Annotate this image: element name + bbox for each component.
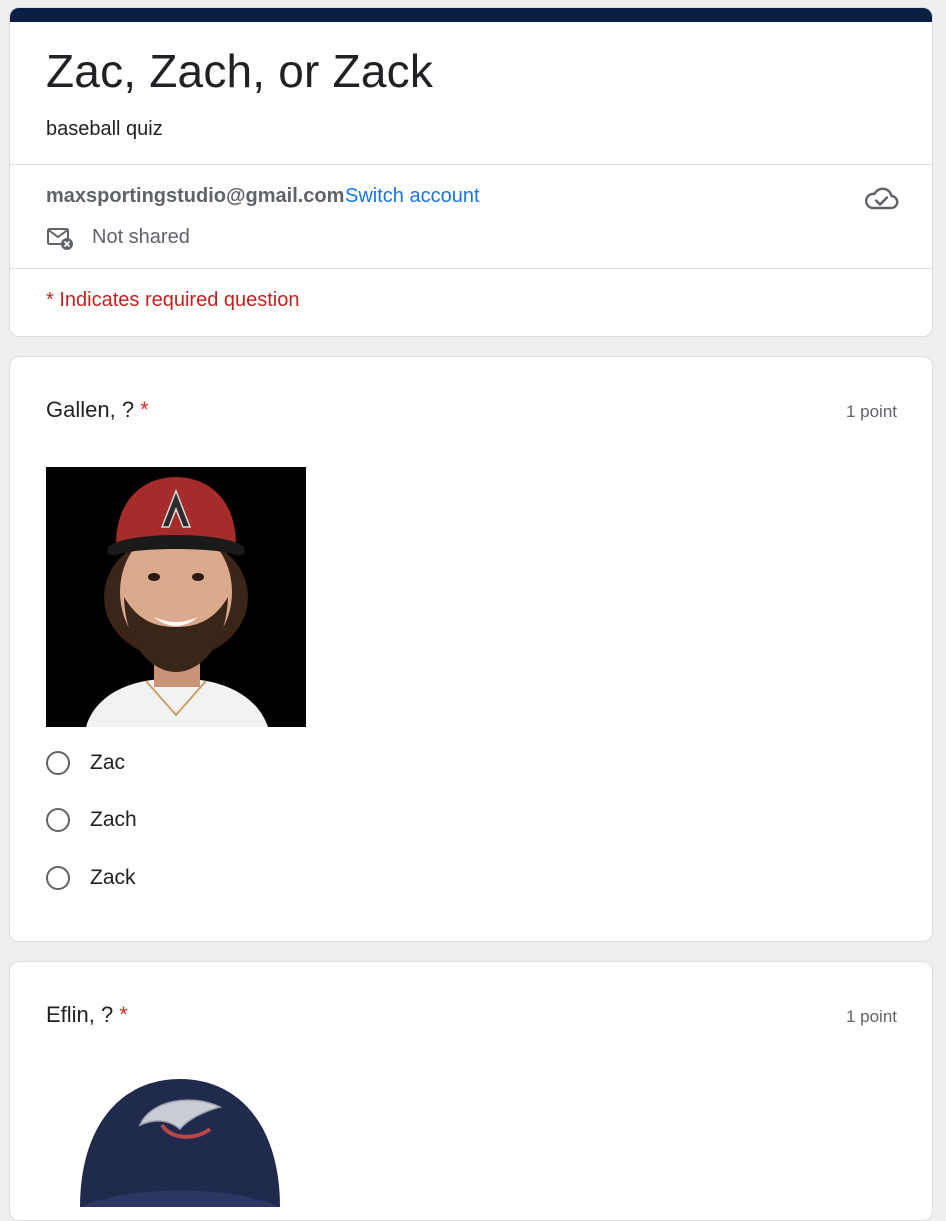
form-title: Zac, Zach, or Zack	[46, 45, 434, 97]
player-photo	[46, 467, 306, 727]
player-photo	[70, 1067, 290, 1207]
option-label: Zack	[90, 866, 136, 889]
question-card: Eflin, ? * 1 point	[9, 961, 933, 1221]
required-note: * Indicates required question	[46, 289, 300, 311]
question-card: Gallen, ? * 1 point Zac Zach Zack	[9, 356, 933, 942]
question-title-text: Eflin, ?	[46, 1002, 114, 1027]
radio-option-zack[interactable]: Zack	[46, 863, 136, 893]
switch-account-link[interactable]: Switch account	[345, 185, 480, 208]
divider	[10, 268, 932, 269]
divider	[10, 164, 932, 165]
radio-button[interactable]	[46, 751, 70, 775]
question-points: 1 point	[845, 1007, 897, 1026]
header-color-band	[10, 8, 932, 22]
radio-option-zach[interactable]: Zach	[46, 805, 137, 835]
required-asterisk: *	[140, 397, 149, 422]
option-label: Zac	[90, 751, 126, 774]
radio-button[interactable]	[46, 866, 70, 890]
question-title: Eflin, ? *	[46, 1002, 128, 1028]
option-label: Zach	[90, 808, 137, 831]
radio-option-zac[interactable]: Zac	[46, 748, 125, 778]
account-email: maxsportingstudio@gmail.com	[46, 185, 345, 207]
form-header-card: Zac, Zach, or Zack baseball quiz maxspor…	[9, 7, 933, 337]
radio-button[interactable]	[46, 808, 70, 832]
question-title-text: Gallen, ?	[46, 397, 135, 422]
question-points: 1 point	[845, 402, 897, 421]
form-description: baseball quiz	[46, 118, 163, 140]
not-shared-text: Not shared	[92, 226, 190, 248]
cloud-check-icon	[864, 187, 899, 210]
mail-not-shared-icon	[47, 228, 73, 250]
question-title: Gallen, ? *	[46, 397, 149, 423]
required-asterisk: *	[119, 1002, 128, 1027]
